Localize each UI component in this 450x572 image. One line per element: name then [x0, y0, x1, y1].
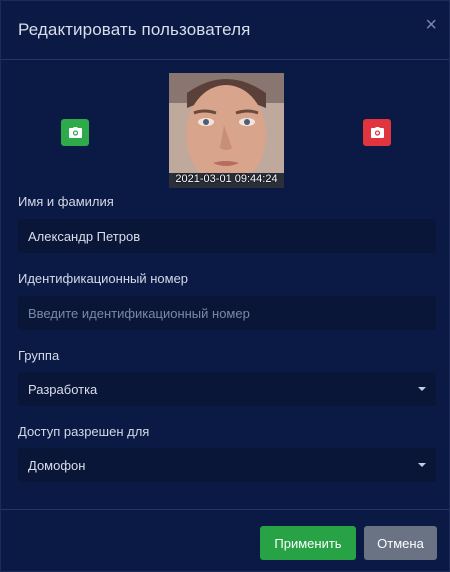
user-face-image — [169, 73, 284, 188]
group-label: Группа — [18, 348, 60, 363]
chevron-down-icon — [418, 463, 426, 467]
id-number-input[interactable]: Введите идентификационный номер — [18, 296, 436, 330]
camera-icon — [68, 127, 82, 138]
access-select-value: Домофон — [28, 457, 86, 473]
delete-photo-button[interactable] — [363, 119, 391, 146]
take-photo-button[interactable] — [61, 119, 89, 146]
group-select[interactable]: Разработка — [18, 372, 436, 406]
photo-timestamp: 2021-03-01 09:44:24 — [175, 173, 278, 185]
dialog-header: Редактировать пользователя × — [1, 1, 449, 60]
footer-divider — [1, 509, 449, 510]
apply-button[interactable]: Применить — [260, 526, 356, 560]
edit-user-dialog: Редактировать пользователя × 2021-03-01 … — [0, 0, 450, 572]
name-input[interactable]: Александр Петров — [18, 219, 436, 253]
id-number-label: Идентификационный номер — [18, 271, 189, 286]
photo-section: 2021-03-01 09:44:24 — [1, 60, 449, 192]
dialog-title: Редактировать пользователя — [18, 20, 251, 39]
cancel-button[interactable]: Отмена — [364, 526, 437, 560]
close-icon[interactable]: × — [425, 15, 437, 35]
access-label: Доступ разрешен для — [18, 424, 150, 439]
name-label: Имя и фамилия — [18, 194, 114, 209]
access-select[interactable]: Домофон — [18, 448, 436, 482]
user-photo: 2021-03-01 09:44:24 — [169, 73, 284, 188]
chevron-down-icon — [418, 387, 426, 391]
camera-icon — [370, 127, 384, 138]
group-select-value: Разработка — [28, 381, 98, 397]
